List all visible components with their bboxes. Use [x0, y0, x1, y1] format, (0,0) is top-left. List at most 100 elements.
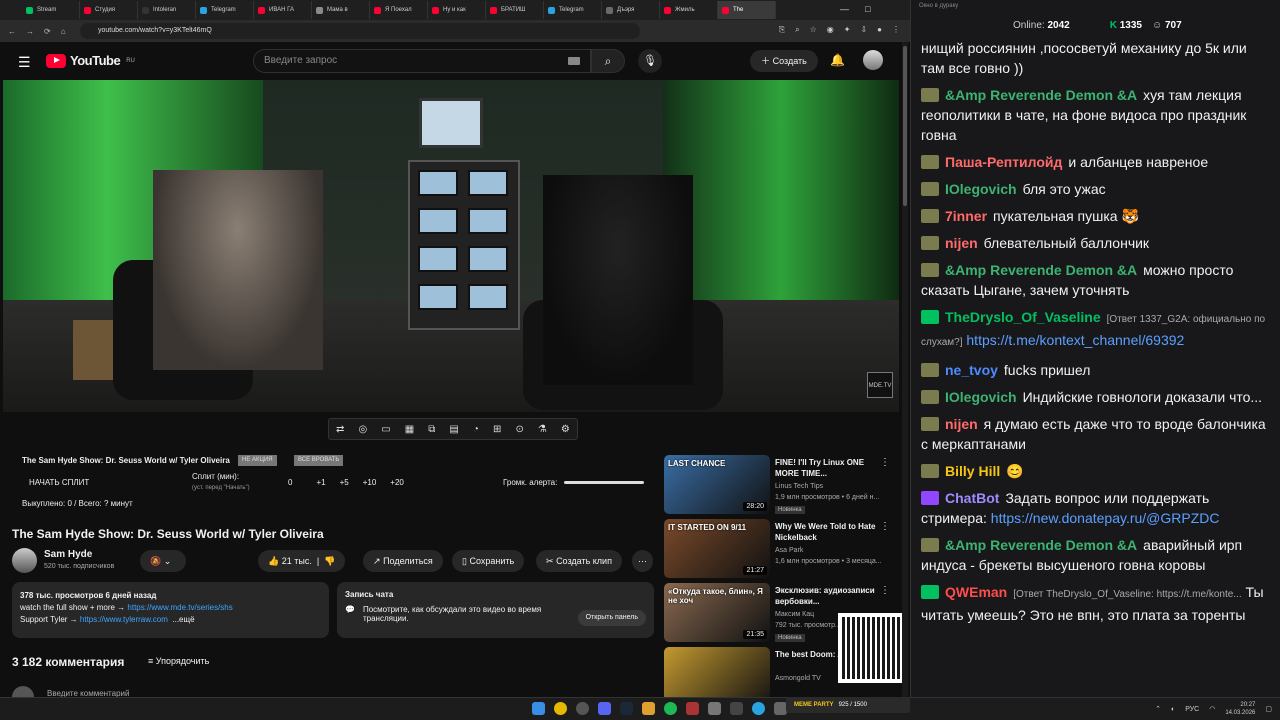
chrome-icon[interactable]: [554, 702, 567, 715]
browser-tab[interactable]: Telegram: [544, 1, 602, 19]
media-icon[interactable]: [730, 702, 743, 715]
channel-name[interactable]: Sam Hyde: [44, 549, 92, 560]
notifications-icon[interactable]: ▢: [1265, 705, 1272, 713]
reload-icon[interactable]: ⟳: [44, 27, 51, 36]
recommended-video[interactable]: IT STARTED ON 9/11 21:27 Why We Were Told …: [664, 519, 900, 583]
star-icon[interactable]: ☆: [810, 25, 817, 35]
maximize-icon[interactable]: □: [865, 4, 870, 14]
channel-avatar[interactable]: [12, 548, 37, 573]
chat-link[interactable]: https://t.me/kontext_channel/69392: [966, 332, 1184, 348]
back-icon[interactable]: ←: [8, 27, 16, 36]
thumbs-down-icon[interactable]: 👎: [324, 556, 335, 566]
url-field[interactable]: youtube.com/watch?v=y3KTelt46mQ: [80, 23, 640, 39]
forward-icon[interactable]: →: [26, 27, 34, 36]
like-button[interactable]: 👍 21 тыс. | 👎: [258, 550, 346, 572]
rec-menu-icon[interactable]: ⋮: [880, 585, 890, 596]
calendar-icon[interactable]: ▦: [405, 424, 414, 435]
obs-icon[interactable]: [576, 702, 589, 715]
rec-menu-icon[interactable]: ⋮: [880, 521, 890, 532]
split-plus20-button[interactable]: +20: [390, 478, 404, 487]
rec-channel[interactable]: Максим Кац: [775, 611, 814, 618]
kebab-icon[interactable]: ⋮: [892, 25, 900, 35]
clock[interactable]: 20:27 14.03.2026: [1225, 701, 1255, 717]
open-chat-panel-button[interactable]: Открыть панель: [577, 610, 646, 626]
sort-comments-button[interactable]: ≡ Упорядочить: [148, 656, 209, 666]
language-indicator[interactable]: РУС: [1185, 706, 1199, 713]
scrollbar-thumb[interactable]: [903, 46, 907, 206]
minimize-icon[interactable]: —: [840, 4, 849, 14]
chat-username[interactable]: &Amp Reverende Demon &A: [945, 262, 1137, 278]
search-button[interactable]: ⌕: [591, 49, 625, 73]
discord-icon[interactable]: [598, 702, 611, 715]
browser-tab[interactable]: Студия: [80, 1, 138, 19]
subscribed-bell-button[interactable]: 🔕 ⌄: [140, 550, 186, 572]
profile-icon[interactable]: ●: [877, 25, 882, 35]
video-thumbnail[interactable]: LAST CHANCE 28:20: [664, 455, 770, 514]
chat-username[interactable]: IOlegovich: [945, 181, 1017, 197]
download-icon[interactable]: ⇩: [860, 25, 867, 35]
split-plus10-button[interactable]: +10: [363, 478, 377, 487]
speed-icon[interactable]: ◔: [473, 424, 479, 435]
tray-app-icon[interactable]: ◐: [1171, 706, 1175, 713]
chat-username[interactable]: ChatBot: [945, 490, 999, 506]
chat-username[interactable]: Billy Hill: [945, 463, 1000, 479]
chat-username[interactable]: QWEman: [945, 584, 1007, 600]
chat-username[interactable]: ne_tvoy: [945, 362, 998, 378]
chat-username[interactable]: &Amp Reverende Demon &A: [945, 537, 1137, 553]
recommended-video[interactable]: LAST CHANCE 28:20 FINE! I'll Try Linux ONE…: [664, 455, 900, 519]
chat-username[interactable]: &Amp Reverende Demon &A: [945, 87, 1137, 103]
browser-tab[interactable]: Ну и как: [428, 1, 486, 19]
search-input[interactable]: Введите запрос: [253, 49, 591, 73]
rec-title[interactable]: Эксклюзив: аудиозаписи вербовки...: [775, 585, 887, 607]
cinema-icon[interactable]: ▭: [381, 424, 390, 435]
frame-icon[interactable]: ⊞: [493, 424, 501, 435]
page-scrollbar[interactable]: [902, 42, 908, 697]
browser-tab[interactable]: Я Поехал: [370, 1, 428, 19]
folder-icon[interactable]: [642, 702, 655, 715]
split-plus5-button[interactable]: +5: [340, 478, 349, 487]
windows-start-icon[interactable]: [532, 702, 545, 715]
user-avatar[interactable]: [863, 50, 883, 70]
browser-tab[interactable]: The: [718, 1, 776, 19]
alert-volume-slider[interactable]: [564, 481, 644, 484]
chat-username[interactable]: Паша-Рептилойд: [945, 154, 1062, 170]
pip-icon[interactable]: ⧉: [428, 424, 435, 435]
create-button[interactable]: ＋ Создать: [750, 50, 818, 72]
tray-chevron-icon[interactable]: ⌃: [1155, 705, 1161, 713]
chat-username[interactable]: 7inner: [945, 208, 987, 224]
spotify-icon[interactable]: [664, 702, 677, 715]
notifications-bell-icon[interactable]: 🔔: [830, 53, 845, 67]
audio-icon[interactable]: ◎: [358, 424, 367, 435]
steam-icon[interactable]: [620, 702, 633, 715]
rec-channel[interactable]: Asmongold TV: [775, 675, 821, 682]
app-icon[interactable]: [708, 702, 721, 715]
rec-channel[interactable]: Asa Park: [775, 547, 803, 554]
browser-tab[interactable]: Дъэря: [602, 1, 660, 19]
youtube-logo[interactable]: YouTube RU: [46, 53, 135, 68]
rec-channel[interactable]: Linus Tech Tips: [775, 483, 823, 490]
description-box[interactable]: 378 тыс. просмотров 6 дней назад watch t…: [12, 582, 329, 638]
browser-tab[interactable]: Мама в: [312, 1, 370, 19]
install-icon[interactable]: ⎘: [779, 25, 785, 35]
loop-icon[interactable]: ⇄: [336, 424, 344, 435]
rec-menu-icon[interactable]: ⋮: [880, 457, 890, 468]
keyboard-icon[interactable]: [568, 57, 580, 65]
screenshot-icon[interactable]: ⊙: [515, 424, 523, 435]
rec-title[interactable]: FINE! I'll Try Linux ONE MORE TIME...: [775, 457, 887, 479]
video-thumbnail[interactable]: IT STARTED ON 9/11 21:27: [664, 519, 770, 578]
network-icon[interactable]: ◠: [1209, 705, 1215, 713]
settings-gear-icon[interactable]: ⚙: [561, 424, 570, 435]
translate-icon[interactable]: ⌕: [795, 25, 799, 35]
mde-link[interactable]: https://www.mde.tv/series/shs: [127, 603, 232, 612]
telegram-icon[interactable]: [752, 702, 765, 715]
share-button[interactable]: ↗ Поделиться: [363, 550, 443, 572]
browser-tab[interactable]: Intoleran: [138, 1, 196, 19]
chat-username[interactable]: IOlegovich: [945, 389, 1017, 405]
tyler-link[interactable]: https://www.tylerraw.com: [80, 615, 168, 624]
voice-search-icon[interactable]: 🎙: [638, 49, 662, 73]
chat-username[interactable]: TheDryslo_Of_Vaseline: [945, 309, 1101, 325]
game-icon[interactable]: [686, 702, 699, 715]
filmstrip-icon[interactable]: ▤: [449, 424, 458, 435]
browser-tab[interactable]: Stream: [22, 1, 80, 19]
browser-tab[interactable]: Telegram: [196, 1, 254, 19]
